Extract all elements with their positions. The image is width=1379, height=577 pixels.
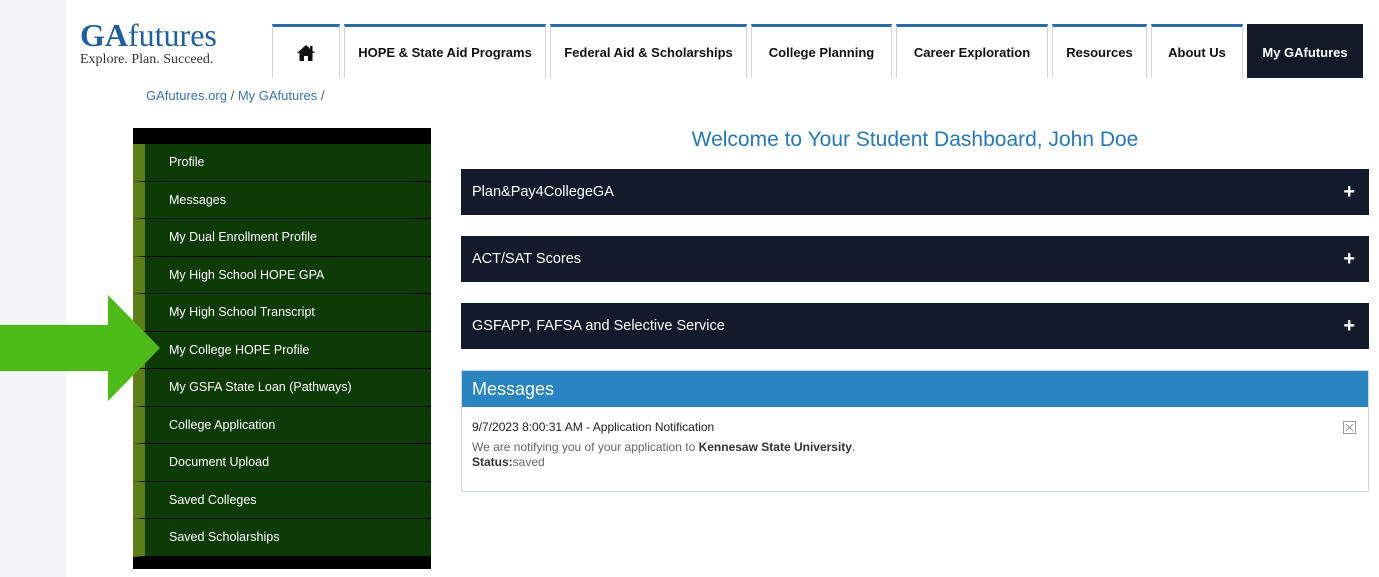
sidebar-item-saved-scholarships[interactable]: Saved Scholarships (133, 519, 431, 557)
breadcrumb-separator: / (230, 88, 235, 103)
message-status: Status:saved (472, 455, 545, 469)
nav-about-us[interactable]: About Us (1151, 24, 1243, 78)
message-school: Kennesaw State University (698, 440, 852, 454)
nav-career-exploration[interactable]: Career Exploration (896, 24, 1048, 78)
sidebar-menu: Profile Messages My Dual Enrollment Prof… (133, 144, 431, 557)
nav-my-gafutures[interactable]: My GAfutures (1247, 24, 1363, 78)
message-title: Application Notification (592, 420, 715, 434)
message-item: 9/7/2023 8:00:31 AM - Application Notifi… (462, 407, 1368, 482)
sidebar-item-college-hope-profile[interactable]: My College HOPE Profile (133, 331, 431, 369)
sidebar-item-messages[interactable]: Messages (133, 181, 431, 219)
sidebar-item-hope-gpa[interactable]: My High School HOPE GPA (133, 256, 431, 294)
breadcrumb: GAfutures.org / My GAfutures / (146, 88, 325, 103)
sidebar-item-dual-enrollment[interactable]: My Dual Enrollment Profile (133, 219, 431, 257)
pointer-arrow-icon (0, 295, 160, 401)
sidebar-item-college-application[interactable]: College Application (133, 406, 431, 444)
messages-header: Messages (462, 371, 1368, 407)
messages-panel: Messages 9/7/2023 8:00:31 AM - Applicati… (461, 370, 1369, 492)
panel-title: GSFAPP, FAFSA and Selective Service (472, 318, 725, 334)
page-title: Welcome to Your Student Dashboard, John … (691, 128, 1139, 151)
sidebar-item-state-loan[interactable]: My GSFA State Loan (Pathways) (133, 369, 431, 407)
breadcrumb-home-link[interactable]: GAfutures.org (146, 88, 227, 103)
expand-plus-icon[interactable]: + (1343, 316, 1355, 336)
home-icon (297, 44, 315, 61)
breadcrumb-current-link[interactable]: My GAfutures (238, 88, 317, 103)
sidebar-item-transcript[interactable]: My High School Transcript (133, 294, 431, 332)
sidebar-item-saved-colleges[interactable]: Saved Colleges (133, 481, 431, 519)
nav-hope-state-aid[interactable]: HOPE & State Aid Programs (344, 24, 546, 78)
nav-home[interactable] (272, 24, 340, 78)
logo-tagline: Explore. Plan. Succeed. (80, 52, 214, 67)
gafutures-logo[interactable]: GAfutures Explore. Plan. Succeed. (80, 17, 260, 68)
nav-college-planning[interactable]: College Planning (751, 24, 892, 78)
message-text: We are notifying you of your application… (472, 440, 856, 454)
panel-title: ACT/SAT Scores (472, 251, 582, 267)
breadcrumb-separator-end: / (320, 88, 325, 103)
panel-plan-pay[interactable]: Plan&Pay4CollegeGA + (461, 169, 1369, 215)
sidebar: Profile Messages My Dual Enrollment Prof… (133, 128, 431, 569)
message-heading: 9/7/2023 8:00:31 AM - Application Notifi… (472, 420, 715, 434)
main-nav: HOPE & State Aid Programs Federal Aid & … (272, 24, 1363, 78)
message-timestamp: 9/7/2023 8:00:31 AM (472, 420, 583, 434)
sidebar-item-document-upload[interactable]: Document Upload (133, 444, 431, 482)
expand-plus-icon[interactable]: + (1343, 182, 1355, 202)
close-icon[interactable] (1343, 421, 1356, 434)
expand-plus-icon[interactable]: + (1343, 249, 1355, 269)
nav-federal-aid[interactable]: Federal Aid & Scholarships (550, 24, 747, 78)
panel-gsfapp-fafsa[interactable]: GSFAPP, FAFSA and Selective Service + (461, 303, 1369, 349)
panel-title: Plan&Pay4CollegeGA (472, 184, 614, 200)
logo-wordmark: GAfutures (80, 17, 217, 53)
sidebar-item-profile[interactable]: Profile (133, 144, 431, 182)
panel-act-sat[interactable]: ACT/SAT Scores + (461, 236, 1369, 282)
nav-resources[interactable]: Resources (1052, 24, 1147, 78)
